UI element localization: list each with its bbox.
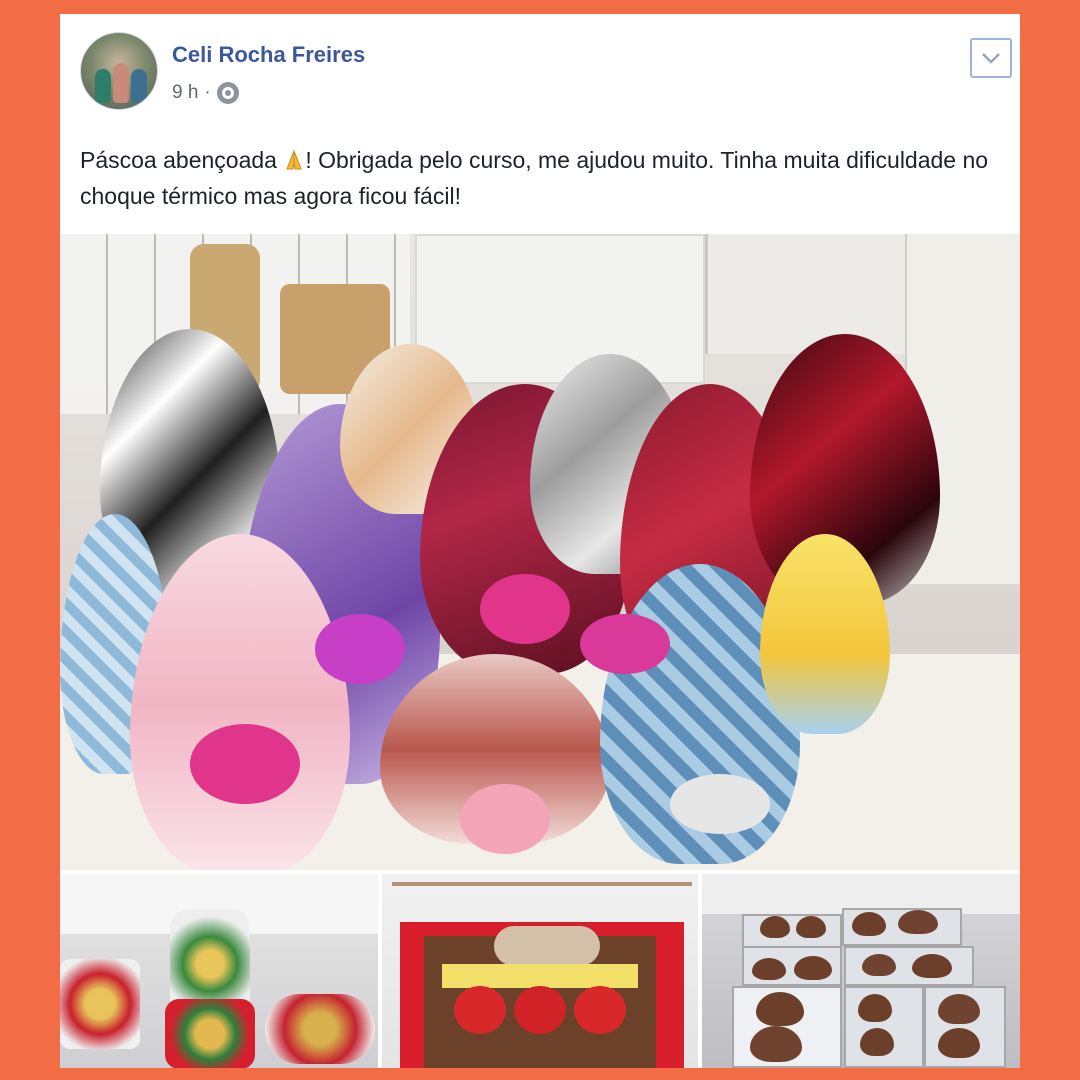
post-header: Celi Rocha Freires 9 h · Páscoa abençoad… [60,14,1020,234]
chocolate-egg [796,916,826,938]
refrigerator [705,234,925,354]
chevron-down-icon [982,53,1000,64]
candy-bag [165,999,255,1068]
chocolate-egg [756,992,804,1026]
post-time[interactable]: 9 h [172,82,198,104]
folded-hands-icon [286,149,303,170]
chocolate-egg [794,956,832,980]
strawberry [454,986,506,1034]
egg-tray [742,914,842,949]
strawberry [574,986,626,1034]
chocolate-lettering [494,926,600,966]
chocolate-egg [858,994,892,1022]
post-text-start: Páscoa abençoada [80,147,284,173]
photo-chocolate-bags[interactable] [60,874,378,1068]
ribbon-bow [480,574,570,644]
avatar-figure [113,63,129,103]
chocolate-egg [860,1028,894,1056]
photo-chocolate-strawberry-box[interactable] [382,874,698,1068]
post-meta: 9 h · [172,82,239,104]
chocolate-egg [750,1026,802,1062]
refrigerator [415,234,705,384]
ribbon-bow [315,614,405,684]
photo-chocolate-egg-molds[interactable] [702,874,1020,1068]
table-pattern [392,882,692,886]
chocolate-egg [938,994,980,1024]
author-name[interactable]: Celi Rocha Freires [172,42,365,68]
candy-bag [265,994,375,1064]
avatar-figure [131,69,147,103]
photo-easter-eggs[interactable] [60,234,1020,870]
avatar-figure [95,69,111,103]
candy-bag [60,959,140,1049]
post-options-button[interactable] [970,38,1012,78]
ribbon-bow [190,724,300,804]
chocolate-egg [760,916,790,938]
chocolate-egg [862,954,896,976]
ribbon-bow [670,774,770,834]
ribbon-bow [460,784,550,854]
strawberry [514,986,566,1034]
post-text: Páscoa abençoada ! Obrigada pelo curso, … [80,142,1010,214]
chocolate-egg [852,912,886,936]
friends-icon[interactable] [216,82,239,104]
chocolate-egg [938,1028,980,1058]
facebook-post-card: Celi Rocha Freires 9 h · Páscoa abençoad… [60,14,1020,1068]
chocolate-egg [912,954,952,978]
avatar[interactable] [80,32,158,110]
chocolate-egg [752,958,786,980]
cream-layer [442,964,638,988]
meta-separator: · [204,82,211,103]
ribbon-bow [580,614,670,674]
page-background: { "post": { "author": "Celi Rocha Freire… [0,0,1080,1080]
chocolate-egg [898,910,938,934]
